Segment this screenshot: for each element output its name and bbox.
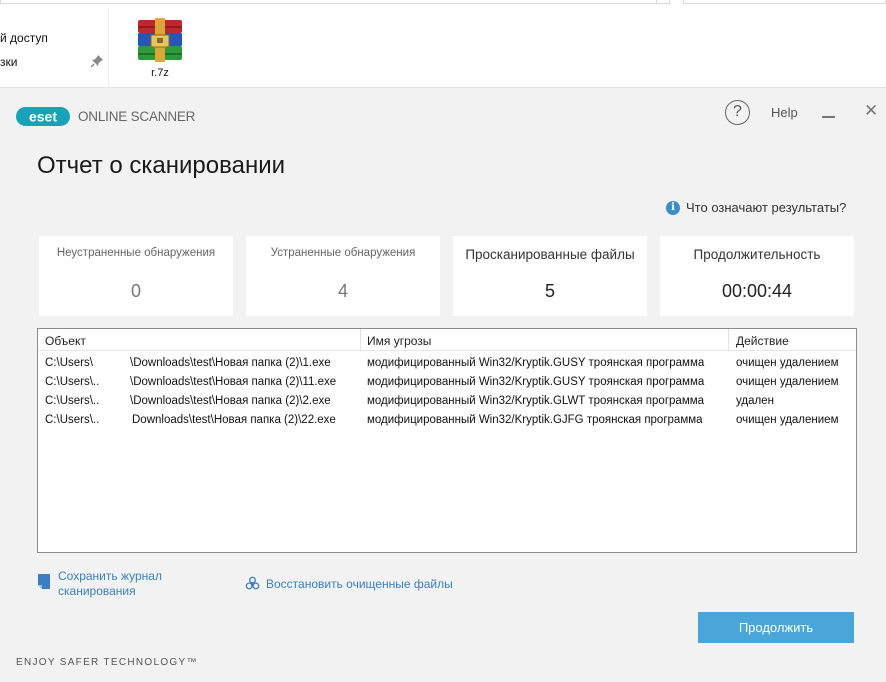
- restore-files-text: Восстановить очищенные файлы: [266, 576, 453, 591]
- stat-label: Неустраненные обнаружения: [56, 247, 216, 259]
- stat-label: Продолжительность: [693, 247, 821, 262]
- cell-action: удален: [736, 395, 774, 407]
- stat-label: Устраненные обнаружения: [270, 247, 416, 259]
- page-title: Отчет о сканировании: [37, 152, 286, 179]
- minimize-button[interactable]: [822, 116, 835, 118]
- svg-text:eset: eset: [29, 109, 57, 125]
- cell-object-end: \Downloads\test\Новая папка (2)\2.exe: [130, 395, 331, 407]
- column-header-object[interactable]: Объект: [45, 334, 86, 348]
- pin-icon: [90, 55, 103, 68]
- detections-table[interactable]: Объект Имя угрозы Действие C:\Users\ \Do…: [37, 328, 857, 553]
- cell-action: очищен удалением: [736, 357, 839, 369]
- cell-object-end: \Downloads\test\Новая папка (2)\11.exe: [130, 376, 337, 388]
- eset-scanner-window: eset ONLINE SCANNER ? Help ✕ Отчет о ска…: [0, 88, 886, 682]
- stat-value: 00:00:44: [721, 281, 793, 301]
- cell-action: очищен удалением: [736, 414, 839, 426]
- cell-threat: модифицированный Win32/Kryptik.GJFG троя…: [367, 414, 703, 426]
- cell-threat: модифицированный Win32/Kryptik.GLWT троя…: [367, 395, 705, 407]
- address-bar[interactable]: [0, 0, 670, 4]
- cell-object-start: C:\Users\..: [45, 376, 100, 388]
- cell-object-start: C:\Users\: [45, 357, 93, 369]
- stat-value: 5: [544, 281, 555, 301]
- eset-logo: eset: [16, 107, 70, 126]
- product-name: ONLINE SCANNER: [78, 109, 196, 124]
- cell-threat: модифицированный Win32/Kryptik.GUSY троя…: [367, 376, 705, 388]
- nav-item-quick-access[interactable]: й доступ: [0, 31, 48, 45]
- cell-action: очищен удалением: [736, 376, 839, 388]
- tagline: ENJOY SAFER TECHNOLOGY™: [16, 657, 198, 668]
- cell-object-end: \Downloads\test\Новая папка (2)\1.exe: [130, 357, 331, 369]
- table-header: Объект Имя угрозы Действие: [38, 329, 856, 351]
- help-icon[interactable]: ?: [725, 100, 750, 125]
- column-header-threat[interactable]: Имя угрозы: [367, 334, 431, 348]
- stat-value: 0: [130, 281, 141, 301]
- cell-object-start: C:\Users\..: [45, 395, 100, 407]
- table-row[interactable]: C:\Users\.. \Downloads\test\Новая папка …: [38, 393, 856, 412]
- save-log-icon: [38, 574, 50, 589]
- restore-files-link[interactable]: Восстановить очищенные файлы: [245, 576, 453, 591]
- cell-object-end: Downloads\test\Новая папка (2)\22.exe: [132, 414, 336, 426]
- table-row[interactable]: C:\Users\.. \Downloads\test\Новая папка …: [38, 374, 856, 393]
- table-row[interactable]: C:\Users\.. Downloads\test\Новая папка (…: [38, 412, 856, 431]
- stat-unresolved: Неустраненные обнаружения 0: [39, 236, 233, 316]
- stat-resolved: Устраненные обнаружения 4: [246, 236, 440, 316]
- column-header-action[interactable]: Действие: [736, 334, 789, 348]
- stat-value: 4: [337, 281, 348, 301]
- close-button[interactable]: ✕: [864, 102, 878, 120]
- save-log-text-line1: Сохранить журнал: [58, 569, 162, 583]
- results-info-text: Что означают результаты?: [686, 200, 847, 215]
- save-log-text-line2: сканирования: [58, 584, 136, 598]
- winrar-archive-icon[interactable]: [134, 18, 186, 64]
- table-row[interactable]: C:\Users\ \Downloads\test\Новая папка (2…: [38, 355, 856, 374]
- continue-button[interactable]: Продолжить: [698, 612, 854, 643]
- info-icon: i: [666, 200, 680, 215]
- stat-duration: Продолжительность 00:00:44: [660, 236, 854, 316]
- file-explorer-background: й доступ зки r.7z: [0, 0, 886, 88]
- stat-label: Просканированные файлы: [465, 247, 635, 262]
- cell-threat: модифицированный Win32/Kryptik.GUSY троя…: [367, 357, 705, 369]
- stat-scanned-files: Просканированные файлы 5: [453, 236, 647, 316]
- cell-object-start: C:\Users\..: [45, 414, 100, 426]
- biohazard-icon: [245, 576, 260, 590]
- help-link[interactable]: Help: [771, 105, 798, 120]
- file-name: r.7z: [151, 67, 169, 79]
- results-info-link[interactable]: i Что означают результаты?: [666, 200, 846, 215]
- search-box[interactable]: [683, 0, 886, 4]
- nav-item-downloads[interactable]: зки: [0, 55, 17, 69]
- save-log-link[interactable]: Сохранить журнал сканирования: [38, 569, 162, 599]
